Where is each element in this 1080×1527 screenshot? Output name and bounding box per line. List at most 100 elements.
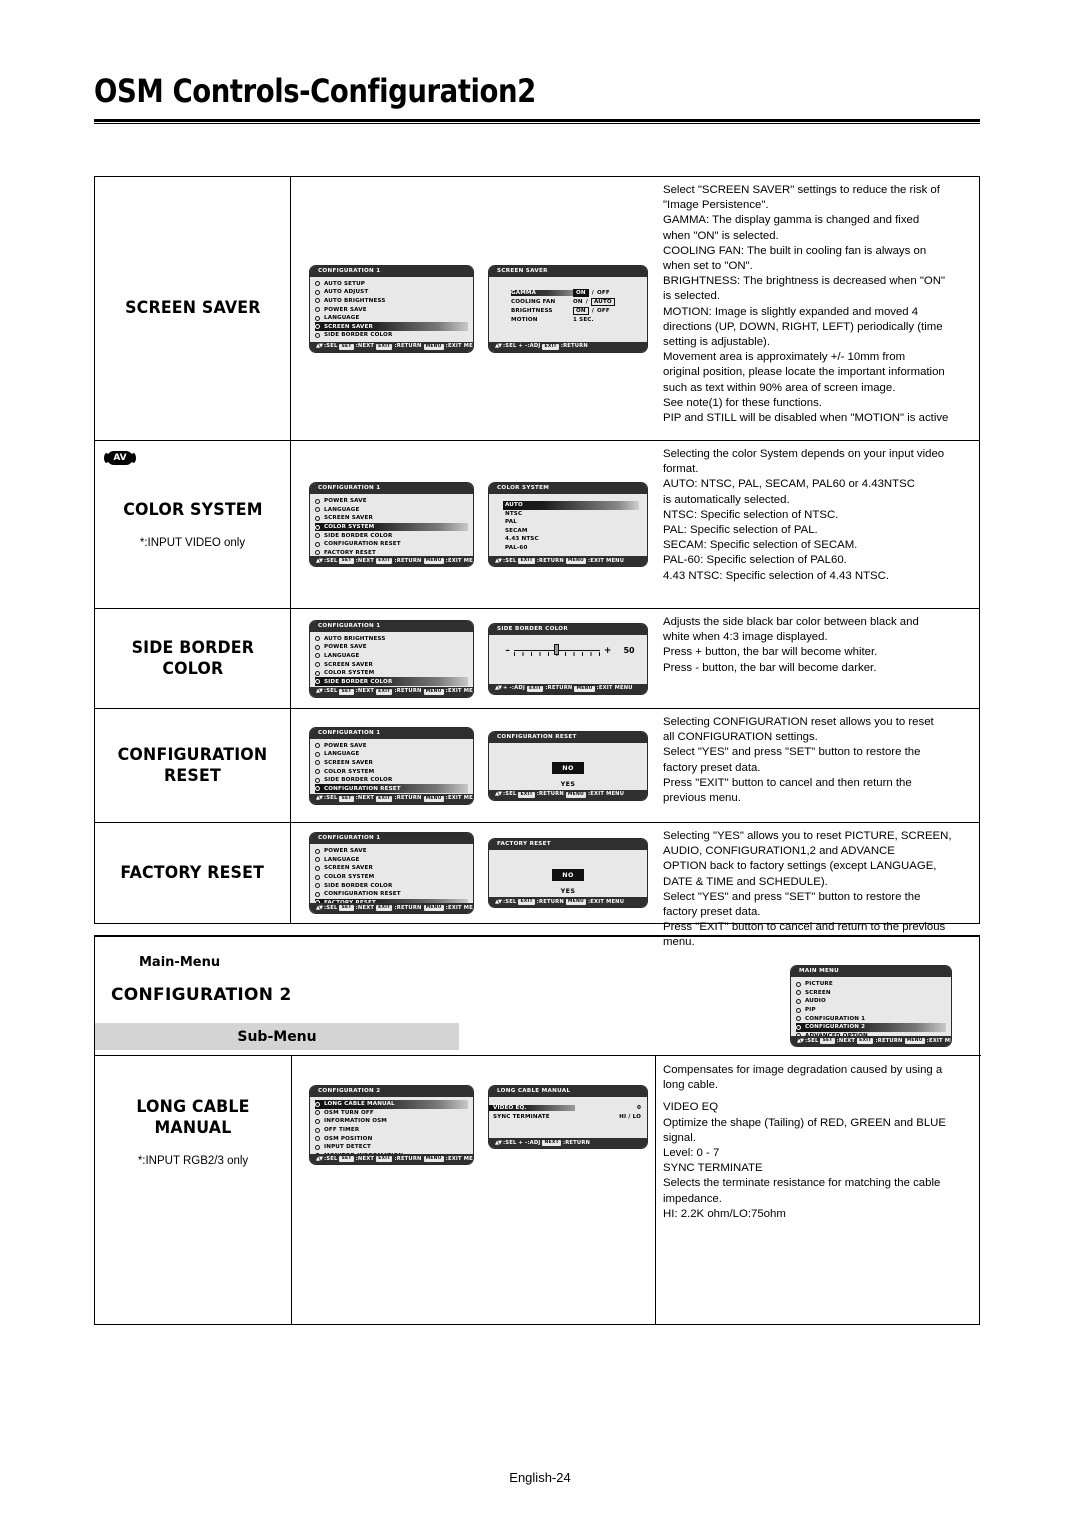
description-line: original position, please locate the imp… bbox=[663, 366, 945, 379]
osm-menu-item[interactable]: SIDE BORDER COLOR bbox=[315, 776, 468, 785]
osm-menu-item[interactable]: LANGUAGE bbox=[315, 856, 468, 865]
osm-option-item[interactable]: 4.43 NTSC bbox=[503, 535, 639, 544]
osm-menu-item[interactable]: AUTO BRIGHTNESS bbox=[315, 297, 468, 306]
osm-setting-value[interactable]: ON bbox=[573, 307, 589, 315]
osm-menu-item[interactable]: LONG CABLE MANUAL bbox=[315, 1100, 468, 1109]
osm-setting-value[interactable]: 1 SEC. bbox=[573, 317, 594, 323]
osm-menu-item[interactable]: OSM POSITION bbox=[315, 1134, 468, 1143]
osm-menu-item[interactable]: CONFIGURATION 2 bbox=[796, 1022, 946, 1032]
page-title: OSM Controls-Configuration2 bbox=[94, 72, 536, 110]
osm-menu-item[interactable]: COLOR SYSTEM bbox=[315, 669, 468, 678]
osm-menu-item[interactable]: COLOR SYSTEM bbox=[315, 767, 468, 776]
osm-menu-item[interactable]: SIDE BORDER COLOR bbox=[315, 331, 468, 340]
osm-menu-item[interactable]: CONFIGURATION 1 bbox=[796, 1014, 946, 1023]
key-menu: MENU bbox=[423, 905, 444, 911]
osm-menu-item[interactable]: INFORMATION OSM bbox=[315, 1117, 468, 1126]
option-no[interactable]: NO bbox=[552, 869, 584, 881]
slider-knob[interactable] bbox=[553, 643, 559, 655]
osm-menu-item[interactable]: SCREEN SAVER bbox=[315, 322, 468, 332]
description-line: MOTION: Image is slightly expanded and m… bbox=[663, 305, 919, 318]
osm-setting-value[interactable]: / bbox=[592, 290, 594, 296]
option-yes[interactable]: YES bbox=[489, 887, 647, 895]
osm-menu-item[interactable]: INPUT DETECT bbox=[315, 1143, 468, 1152]
osm-menu-item[interactable]: SIDE BORDER COLOR bbox=[315, 531, 468, 540]
osm-option-item[interactable]: AUTO bbox=[503, 501, 639, 510]
osm-screen-title: SCREEN SAVER bbox=[489, 265, 647, 277]
osm-menu-item[interactable]: COLOR SYSTEM bbox=[315, 522, 468, 532]
osm-menu-item[interactable]: LANGUAGE bbox=[315, 652, 468, 661]
osm-menu-item[interactable]: LANGUAGE bbox=[315, 314, 468, 323]
osm-menu-item[interactable]: AUTO BRIGHTNESS bbox=[315, 635, 468, 644]
osm-menu-item[interactable]: OFF TIMER bbox=[315, 1126, 468, 1135]
osm-menu-item[interactable]: OSM TURN OFF bbox=[315, 1109, 468, 1118]
plus-icon[interactable]: + bbox=[604, 646, 612, 656]
footer-text: :EXIT MENU bbox=[445, 795, 473, 801]
osm-setting-row[interactable]: VIDEO EQ. 0 bbox=[489, 1103, 647, 1112]
osm-setting-value[interactable]: ON bbox=[573, 289, 589, 297]
table-row: SCREEN SAVER CONFIGURATION 1 AUTO SETUP AUT… bbox=[95, 177, 979, 441]
radio-icon bbox=[315, 315, 320, 321]
radio-icon bbox=[315, 289, 320, 295]
osm-menu-item[interactable]: COLOR SYSTEM bbox=[315, 873, 468, 882]
osm-confirm-options: NO YES bbox=[489, 850, 647, 895]
key-exit: EXIT bbox=[527, 685, 544, 692]
osm-menu-item-label: AUTO SETUP bbox=[324, 280, 366, 287]
osm-menu-item[interactable]: SCREEN SAVER bbox=[315, 864, 468, 873]
osm-menu-item[interactable]: POWER SAVE bbox=[315, 847, 468, 856]
osm-menu-item[interactable]: POWER SAVE bbox=[315, 643, 468, 652]
osm-setting-value[interactable]: AUTO bbox=[590, 298, 615, 306]
osm-menu-item[interactable]: LANGUAGE bbox=[315, 750, 468, 759]
osm-setting-row[interactable]: BRIGHTNESS ON / OFF bbox=[511, 307, 642, 316]
osm-setting-value[interactable]: OFF bbox=[597, 290, 610, 296]
osm-setting-value[interactable]: / bbox=[586, 299, 588, 305]
osm-menu-item[interactable]: SIDE BORDER COLOR bbox=[315, 881, 468, 890]
minus-icon[interactable]: – bbox=[505, 646, 510, 656]
arrow-updown-icon: ▲▼ bbox=[495, 343, 502, 349]
osm-setting-row[interactable]: MOTION 1 SEC. bbox=[511, 316, 642, 325]
osm-setting-row[interactable]: GAMMA ON / OFF bbox=[511, 289, 642, 298]
osm-menu-item[interactable]: POWER SAVE bbox=[315, 742, 468, 751]
osm-menu-item[interactable]: POWER SAVE bbox=[315, 497, 468, 506]
osm-setting-value[interactable]: HI / LO bbox=[619, 1114, 647, 1120]
osm-option-item[interactable]: NTSC bbox=[503, 510, 639, 519]
radio-icon bbox=[315, 696, 320, 697]
osm-menu-item[interactable]: AUTO SETUP bbox=[315, 280, 468, 289]
osm-menu-item[interactable]: PICTURE bbox=[796, 980, 946, 989]
osm-option-item[interactable]: PAL-60 bbox=[503, 544, 639, 553]
footer-text: :NEXT bbox=[836, 1037, 856, 1044]
osm-menu-item[interactable]: SCREEN SAVER bbox=[315, 759, 468, 768]
osm-menu-item[interactable]: SIDE BORDER COLOR bbox=[315, 677, 468, 687]
osm-menu-item[interactable]: AUDIO bbox=[796, 997, 946, 1006]
osm-setting-value[interactable]: ON bbox=[573, 299, 583, 305]
key-exit: EXIT bbox=[376, 795, 393, 802]
osm-setting-name: BRIGHTNESS bbox=[511, 308, 553, 314]
key-exit: EXIT bbox=[376, 1156, 393, 1162]
slider-track[interactable] bbox=[513, 643, 600, 658]
option-yes[interactable]: YES bbox=[489, 780, 647, 788]
option-no[interactable]: NO bbox=[552, 761, 584, 774]
osm-menu-item[interactable]: SCREEN bbox=[796, 989, 946, 998]
arrow-updown-icon: ▲▼ bbox=[495, 791, 502, 797]
osm-menu-item[interactable]: SCREEN SAVER bbox=[315, 660, 468, 669]
description-line: VIDEO EQ bbox=[663, 1101, 719, 1114]
osm-option-item[interactable]: PAL bbox=[503, 518, 639, 527]
osm-menu-item[interactable]: SCREEN SAVER bbox=[315, 514, 468, 523]
osm-menu-item[interactable]: CONFIGURATION RESET bbox=[315, 784, 468, 794]
osm-setting-value[interactable]: OFF bbox=[597, 308, 610, 314]
osm-setting-value[interactable]: / bbox=[592, 308, 594, 314]
osm-menu-item[interactable]: AUTO ADJUST bbox=[315, 288, 468, 297]
osm-option-item[interactable]: SECAM bbox=[503, 527, 639, 536]
osm-setting-name: SYNC TERMINATE bbox=[493, 1113, 550, 1120]
osm-menu-item[interactable]: CONFIGURATION RESET bbox=[315, 890, 468, 899]
osm-menu-item[interactable]: CONFIGURATION RESET bbox=[315, 540, 468, 549]
osm-setting-row[interactable]: SYNC TERMINATE HI / LO bbox=[489, 1112, 647, 1121]
osm-menu-item[interactable]: LANGUAGE bbox=[315, 506, 468, 515]
osm-menu-item[interactable]: POWER SAVE bbox=[315, 305, 468, 314]
arrow-updown-icon: ▲▼ bbox=[316, 343, 323, 349]
arrow-updown-icon: ▲▼ bbox=[495, 557, 502, 564]
osm-setting-row[interactable]: COOLING FAN ON / AUTO bbox=[511, 298, 642, 307]
osm-setting-value[interactable]: 0 bbox=[637, 1105, 647, 1111]
osm-screen-side-border-color: SIDE BORDER COLOR – +50 ▲▼ + -:ADJ EXIT:RETUR… bbox=[488, 622, 648, 695]
osm-slider-control[interactable]: – +50 bbox=[489, 635, 647, 658]
osm-menu-item[interactable]: PIP bbox=[796, 1006, 946, 1015]
